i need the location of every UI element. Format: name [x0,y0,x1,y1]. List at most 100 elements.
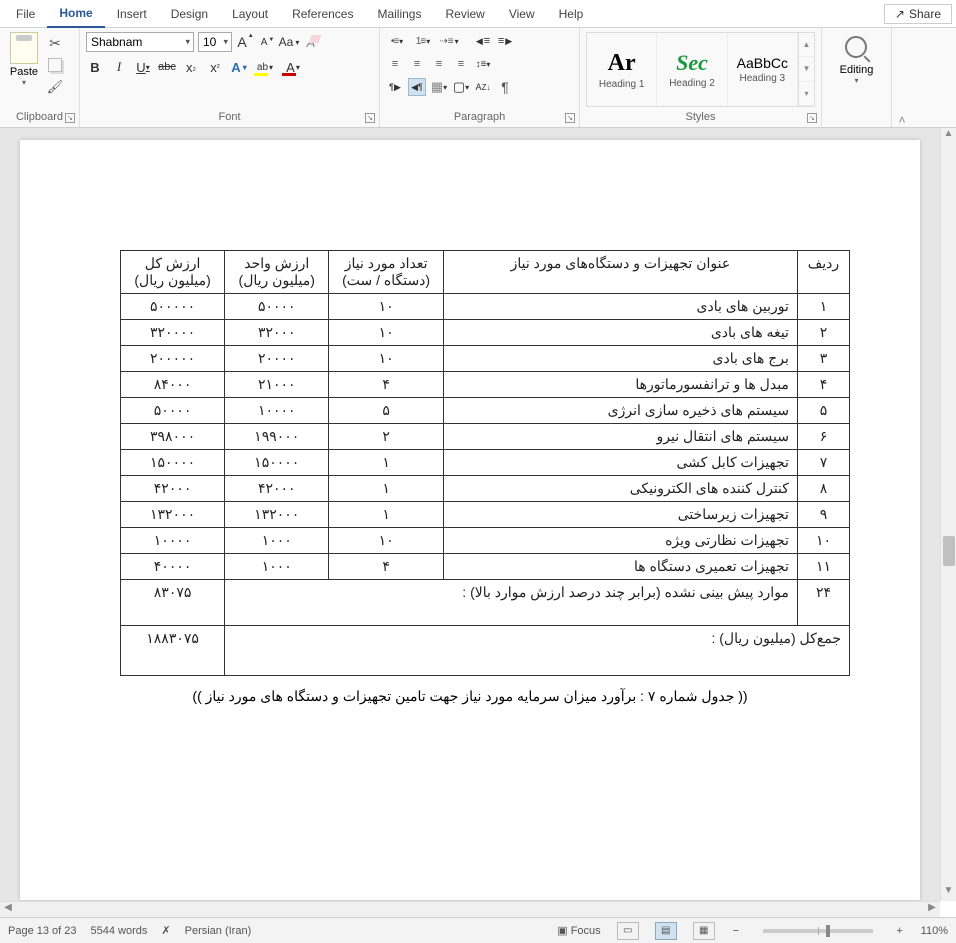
zoom-in-button[interactable]: + [893,925,907,937]
tab-design[interactable]: Design [159,0,220,28]
multilevel-list-button[interactable] [438,32,460,50]
cell-total: ۳۲۰۰۰۰ [121,320,225,346]
tab-references[interactable]: References [280,0,365,28]
ribbon-tabs: File Home Insert Design Layout Reference… [0,0,956,28]
editing-button[interactable]: Editing ▾ [840,36,874,85]
decrease-indent-button[interactable] [474,32,492,50]
status-page[interactable]: Page 13 of 23 [8,925,77,937]
clipboard-dialog-launcher[interactable]: ↘ [65,113,75,123]
spellcheck-icon[interactable]: ✗ [161,924,170,937]
web-layout-button[interactable]: ▦ [693,922,715,940]
change-case-button[interactable] [280,33,298,51]
style-heading-2[interactable]: Sec Heading 2 [657,33,727,106]
sort-button[interactable] [474,78,492,96]
grow-font-button[interactable] [236,33,254,51]
scroll-thumb[interactable] [943,536,955,566]
paste-button[interactable]: Paste ▾ [6,32,42,109]
align-left-button[interactable] [386,55,404,73]
shrink-font-button[interactable] [258,33,276,51]
align-center-button[interactable] [408,55,426,73]
scroll-down-icon[interactable]: ▼ [799,57,814,81]
status-word-count[interactable]: 5544 words [91,925,148,937]
styles-more-icon[interactable]: ▾ [799,82,814,106]
bold-button[interactable]: B [86,58,104,76]
scroll-up-icon[interactable]: ▲ [799,33,814,57]
paragraph-dialog-launcher[interactable]: ↘ [565,113,575,123]
cell-contingency-label: موارد پیش بینی نشده (برابر چند درصد ارزش… [225,580,798,626]
cell-qty: ۱۰ [329,346,444,372]
tab-help[interactable]: Help [547,0,596,28]
superscript-button[interactable] [206,58,224,76]
tab-review[interactable]: Review [433,0,496,28]
group-font: Shabnam 10 B I U▾ abc A ▾ ▾ Font ↘ [80,28,380,127]
copy-button[interactable] [46,56,64,74]
show-marks-button[interactable] [496,78,514,96]
group-paragraph: Paragraph ↘ [380,28,580,127]
focus-mode-button[interactable]: ▣ Focus [557,924,600,937]
format-painter-button[interactable] [46,78,64,96]
numbering-button[interactable] [412,32,434,50]
read-mode-button[interactable]: ▭ [617,922,639,940]
align-justify-button[interactable] [452,55,470,73]
cell-unit: ۱۵۰۰۰۰ [225,450,329,476]
borders-button[interactable] [452,78,470,96]
print-layout-button[interactable]: ▤ [655,922,677,940]
vertical-scrollbar[interactable]: ▲ ▼ [940,128,956,901]
font-name-combo[interactable]: Shabnam [86,32,194,52]
rtl-paragraph-button[interactable] [408,78,426,96]
cell-title: برج های بادی [443,346,797,372]
bullets-button[interactable] [386,32,408,50]
font-size-combo[interactable]: 10 [198,32,232,52]
tab-view[interactable]: View [497,0,547,28]
font-color-button[interactable]: ▾ [282,58,304,76]
styles-scroll[interactable]: ▲ ▼ ▾ [798,33,814,106]
cut-button[interactable] [46,34,64,52]
style-heading-1[interactable]: Ar Heading 1 [587,33,657,106]
line-spacing-button[interactable] [474,55,492,73]
underline-button[interactable]: U▾ [134,58,152,76]
style-preview: AaBbCc [737,55,788,71]
scroll-right-icon[interactable]: ▶ [924,902,940,917]
group-label-font: Font [86,109,373,125]
tab-mailings[interactable]: Mailings [365,0,433,28]
status-language[interactable]: Persian (Iran) [185,925,252,937]
share-button[interactable]: ↗ Share [884,4,952,24]
cell-title: تجهیزات تعمیری دستگاه ها [443,554,797,580]
cell-qty: ۵ [329,398,444,424]
styles-gallery[interactable]: Ar Heading 1 Sec Heading 2 AaBbCc Headin… [586,32,815,107]
cell-unit: ۳۲۰۰۰ [225,320,329,346]
scroll-down-icon[interactable]: ▼ [941,885,956,901]
zoom-out-button[interactable]: − [729,925,743,937]
strikethrough-button[interactable]: abc [158,58,176,76]
zoom-level[interactable]: 110% [921,925,948,937]
scroll-up-icon[interactable]: ▲ [941,128,956,144]
cell-qty: ۱۰ [329,320,444,346]
italic-button[interactable]: I [110,58,128,76]
collapse-ribbon-button[interactable]: ˄ [892,28,912,127]
zoom-slider[interactable] [763,929,873,933]
cell-qty: ۱۰ [329,294,444,320]
tab-insert[interactable]: Insert [105,0,159,28]
tab-layout[interactable]: Layout [220,0,280,28]
text-effects-button[interactable]: A [230,58,248,76]
share-icon: ↗ [895,7,905,21]
cell-row-no: ۴ [797,372,849,398]
document-area[interactable]: ردیف عنوان تجهیزات و دستگاه‌های مورد نیا… [0,128,940,901]
style-heading-3[interactable]: AaBbCc Heading 3 [728,33,798,106]
horizontal-scrollbar[interactable]: ◀ ▶ [0,901,940,917]
highlight-color-button[interactable]: ▾ [254,58,276,76]
font-dialog-launcher[interactable]: ↘ [365,113,375,123]
ltr-paragraph-button[interactable] [386,78,404,96]
increase-indent-button[interactable] [496,32,514,50]
align-right-button[interactable] [430,55,448,73]
cell-total: ۴۰۰۰۰ [121,554,225,580]
tab-home[interactable]: Home [47,0,104,28]
tab-file[interactable]: File [4,0,47,28]
subscript-button[interactable] [182,58,200,76]
cell-title: تجهیزات نظارتی ویژه [443,528,797,554]
styles-dialog-launcher[interactable]: ↘ [807,113,817,123]
cell-qty: ۱۰ [329,528,444,554]
clear-formatting-button[interactable] [302,33,320,51]
scroll-left-icon[interactable]: ◀ [0,902,16,917]
shading-button[interactable] [430,78,448,96]
